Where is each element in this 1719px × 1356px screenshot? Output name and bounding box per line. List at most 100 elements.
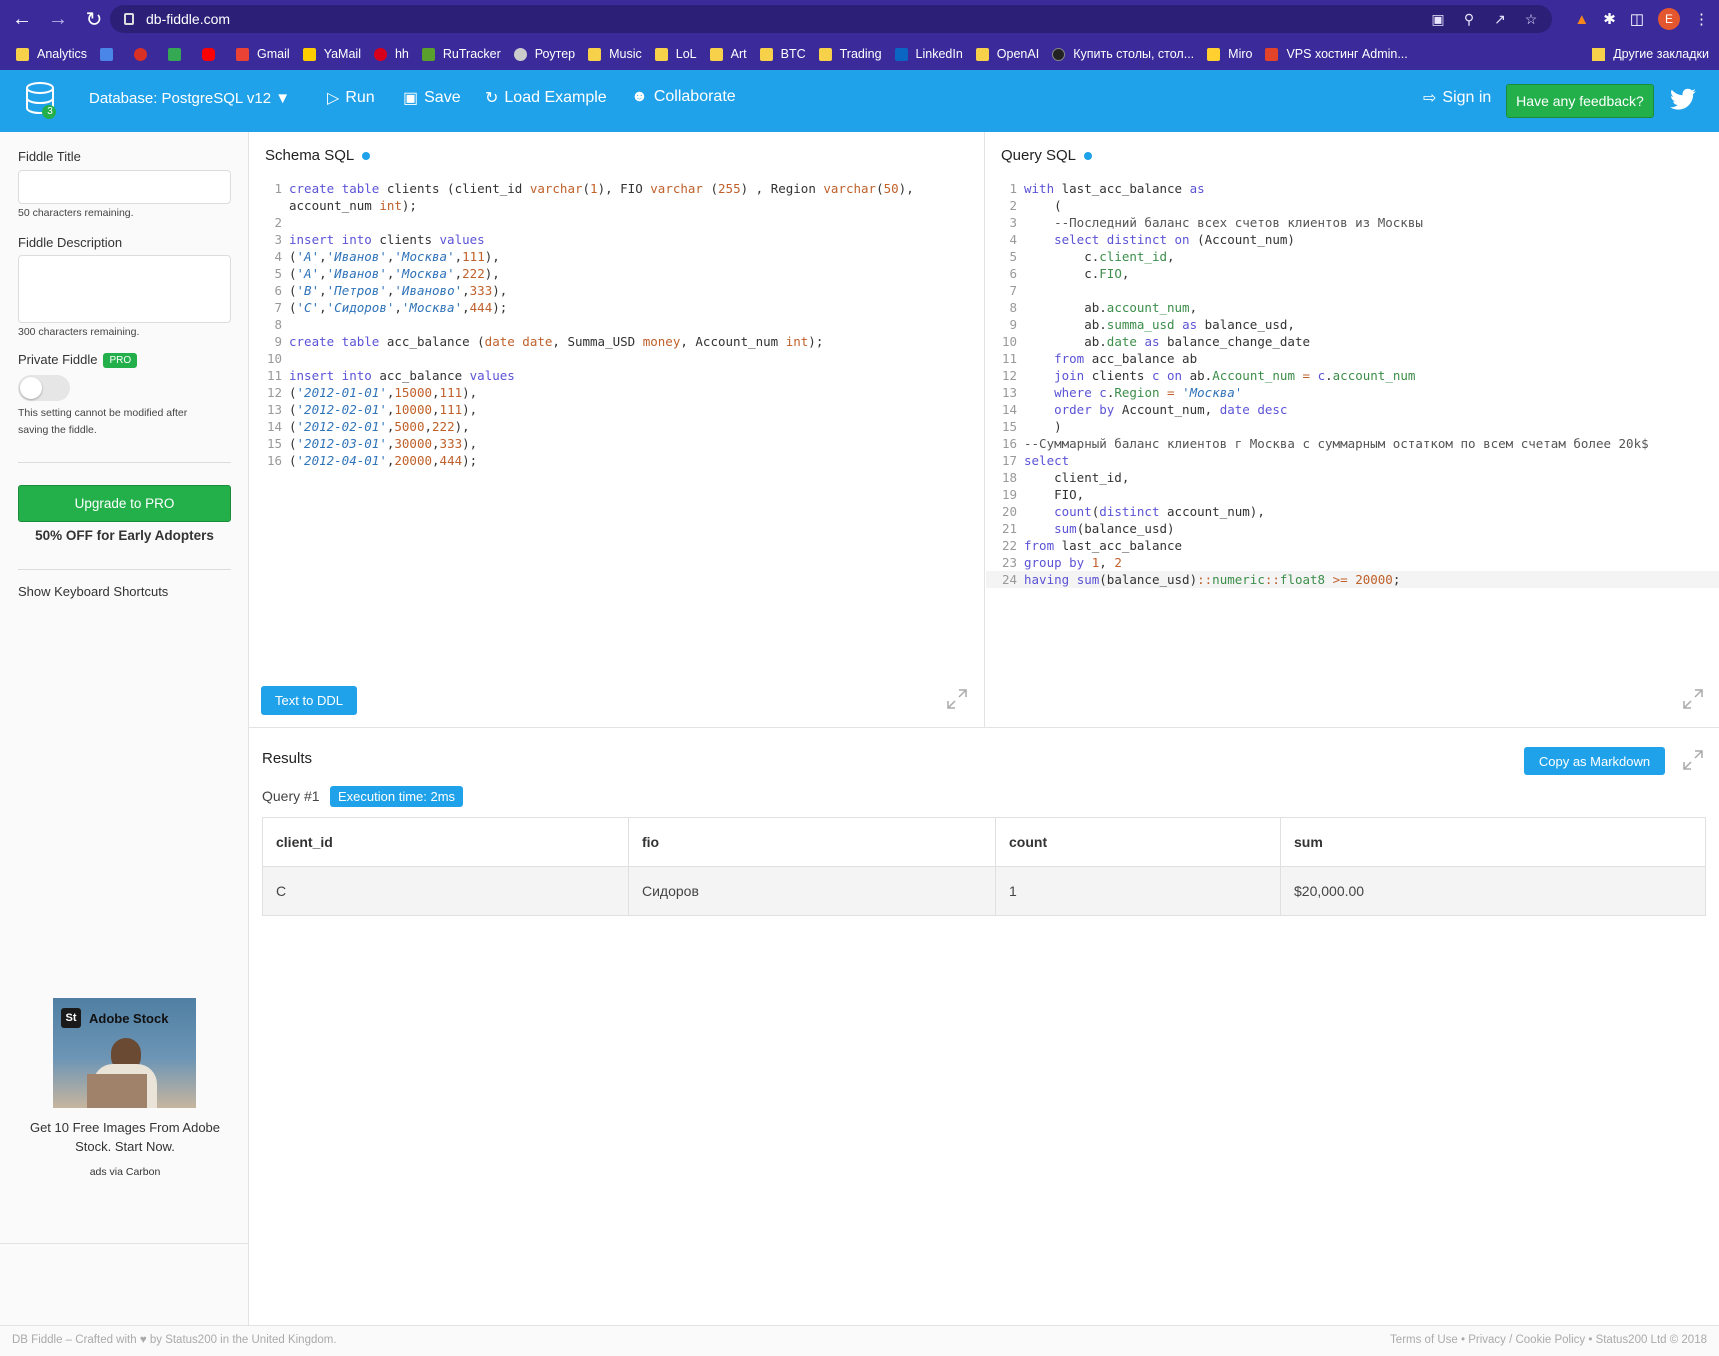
- ad-text[interactable]: Get 10 Free Images From Adobe Stock. Sta…: [20, 1118, 230, 1156]
- forward-icon[interactable]: →: [44, 5, 72, 33]
- address-bar[interactable]: db-fiddle.com ▣ ⚲ ↗ ☆: [110, 5, 1552, 33]
- bookmark-item[interactable]: LoL: [654, 47, 697, 61]
- footer-links[interactable]: Terms of Use • Privacy / Cookie Policy •…: [1390, 1334, 1707, 1346]
- pane-divider[interactable]: [984, 132, 985, 727]
- translate-icon[interactable]: ▣: [1429, 11, 1447, 28]
- keyboard-shortcuts-link[interactable]: Show Keyboard Shortcuts: [18, 584, 168, 599]
- table-cell: 1: [995, 866, 1281, 916]
- reload-icon[interactable]: ↻: [80, 5, 108, 33]
- schema-editor[interactable]: 1 create table clients (client_id varchar…: [266, 180, 914, 469]
- database-select[interactable]: Database: PostgreSQL v12 ▼: [89, 90, 290, 107]
- private-note: This setting cannot be modified after sav…: [18, 407, 188, 436]
- fiddle-description-input[interactable]: [18, 255, 231, 323]
- yamail-icon: [302, 47, 316, 61]
- table-cell: Сидоров: [628, 866, 996, 916]
- bookmark-item[interactable]: [168, 47, 189, 61]
- table-cell: $20,000.00: [1280, 866, 1706, 916]
- bookmark-item[interactable]: RuTracker: [421, 47, 501, 61]
- adobe-stock-logo: St: [61, 1008, 81, 1028]
- app-toolbar: 3 Database: PostgreSQL v12 ▼ ▷ Run ▣ Save …: [0, 70, 1719, 132]
- bookmark-item[interactable]: Art: [709, 47, 747, 61]
- bookmark-item[interactable]: Gmail: [236, 47, 290, 61]
- status-dot: [362, 151, 371, 160]
- fiddle-title-input[interactable]: [18, 170, 231, 204]
- miro-icon: [1207, 47, 1221, 61]
- db-badge: 3: [47, 106, 53, 117]
- share-icon[interactable]: ↗: [1491, 11, 1509, 28]
- drive-icon: [168, 47, 182, 61]
- expand-icon[interactable]: [1682, 688, 1704, 710]
- folder-icon: [818, 47, 832, 61]
- app-icon: [1052, 47, 1066, 61]
- menu-icon[interactable]: ⋮: [1694, 10, 1709, 28]
- text-to-ddl-button[interactable]: Text to DDL: [261, 686, 357, 715]
- bookmark-item[interactable]: Miro: [1207, 47, 1252, 61]
- query-editor[interactable]: 1 with last_acc_balance as 2 ( 3 --Послед…: [1001, 180, 1649, 588]
- youtube-icon: [202, 47, 216, 61]
- sign-in-button[interactable]: ⇨ Sign in: [1423, 88, 1491, 108]
- expand-icon[interactable]: [946, 688, 968, 710]
- upgrade-pro-button[interactable]: Upgrade to PRO: [18, 485, 231, 522]
- feedback-button[interactable]: Have any feedback?: [1506, 84, 1654, 118]
- zoom-icon[interactable]: ⚲: [1460, 11, 1478, 28]
- globe-icon: [513, 47, 527, 61]
- expand-icon[interactable]: [1682, 749, 1704, 771]
- bookmark-item[interactable]: OpenAI: [975, 47, 1039, 61]
- save-button[interactable]: ▣ Save: [403, 88, 461, 108]
- folder-icon: [588, 47, 602, 61]
- ad-image[interactable]: St Adobe Stock: [53, 998, 196, 1108]
- folder-icon: [1592, 47, 1606, 61]
- run-button[interactable]: ▷ Run: [327, 88, 375, 108]
- bookmark-item[interactable]: Trading: [818, 47, 882, 61]
- bookmark-item[interactable]: VPS хостинг Admin...: [1265, 47, 1408, 61]
- table-row: C Сидоров 1 $20,000.00: [262, 866, 1706, 916]
- copy-markdown-button[interactable]: Copy as Markdown: [1524, 747, 1665, 775]
- discount-text: 50% OFF for Early Adopters: [35, 528, 214, 543]
- execution-time-badge: Execution time: 2ms: [330, 786, 464, 807]
- divider: [18, 569, 231, 570]
- bookmark-item[interactable]: Роутер: [513, 47, 575, 61]
- star-icon[interactable]: ☆: [1522, 11, 1540, 28]
- bookmark-item[interactable]: YaMail: [302, 47, 361, 61]
- bookmark-item[interactable]: hh: [373, 47, 409, 61]
- fiddle-description-label: Fiddle Description: [18, 235, 123, 250]
- refresh-icon: ↻: [485, 90, 499, 107]
- folder-icon: [654, 47, 668, 61]
- folder-icon: [975, 47, 989, 61]
- extensions-icon[interactable]: ✱: [1603, 10, 1616, 28]
- query-title: Query SQL: [1001, 147, 1093, 164]
- folder-icon: [709, 47, 723, 61]
- fiddle-title-label: Fiddle Title: [18, 149, 81, 164]
- column-header: client_id: [262, 817, 629, 867]
- collaborate-button[interactable]: ☻ Collaborate: [631, 88, 736, 106]
- bookmarks-bar: Analytics Gmail YaMail hh RuTracker Роут…: [0, 38, 1719, 70]
- bookmark-item[interactable]: [134, 47, 155, 61]
- play-icon: ▷: [327, 90, 340, 107]
- column-header: count: [995, 817, 1281, 867]
- app-icon: [134, 47, 148, 61]
- bookmark-item[interactable]: [202, 47, 223, 61]
- bookmark-item[interactable]: BTC: [759, 47, 806, 61]
- metamask-icon[interactable]: ▲: [1574, 11, 1589, 28]
- bookmark-item[interactable]: Analytics: [16, 47, 87, 61]
- sidepanel-icon[interactable]: ◫: [1630, 10, 1644, 28]
- bookmark-item[interactable]: [100, 47, 121, 61]
- ad-via[interactable]: ads via Carbon: [20, 1166, 230, 1178]
- divider: [0, 1243, 249, 1244]
- rutracker-icon: [421, 47, 435, 61]
- divider: [18, 462, 231, 463]
- pro-badge: PRO: [103, 353, 138, 369]
- private-toggle[interactable]: [18, 375, 70, 401]
- load-example-button[interactable]: ↻ Load Example: [485, 88, 607, 108]
- back-icon[interactable]: ←: [8, 5, 36, 33]
- bookmark-item[interactable]: LinkedIn: [894, 47, 963, 61]
- bookmark-item[interactable]: Купить столы, стол...: [1052, 47, 1194, 61]
- profile-avatar[interactable]: E: [1658, 8, 1680, 30]
- results-table: client_id fio count sum C Сидоров 1 $20,…: [262, 817, 1706, 916]
- twitter-icon[interactable]: [1668, 86, 1698, 114]
- status-dot: [1084, 151, 1093, 160]
- other-bookmarks[interactable]: Другие закладки: [1592, 38, 1709, 70]
- browser-toolbar: ← → ↻ db-fiddle.com ▣ ⚲ ↗ ☆ ▲ ✱ ◫ E ⋮: [0, 0, 1719, 38]
- schema-title: Schema SQL: [265, 147, 371, 164]
- bookmark-item[interactable]: Music: [588, 47, 642, 61]
